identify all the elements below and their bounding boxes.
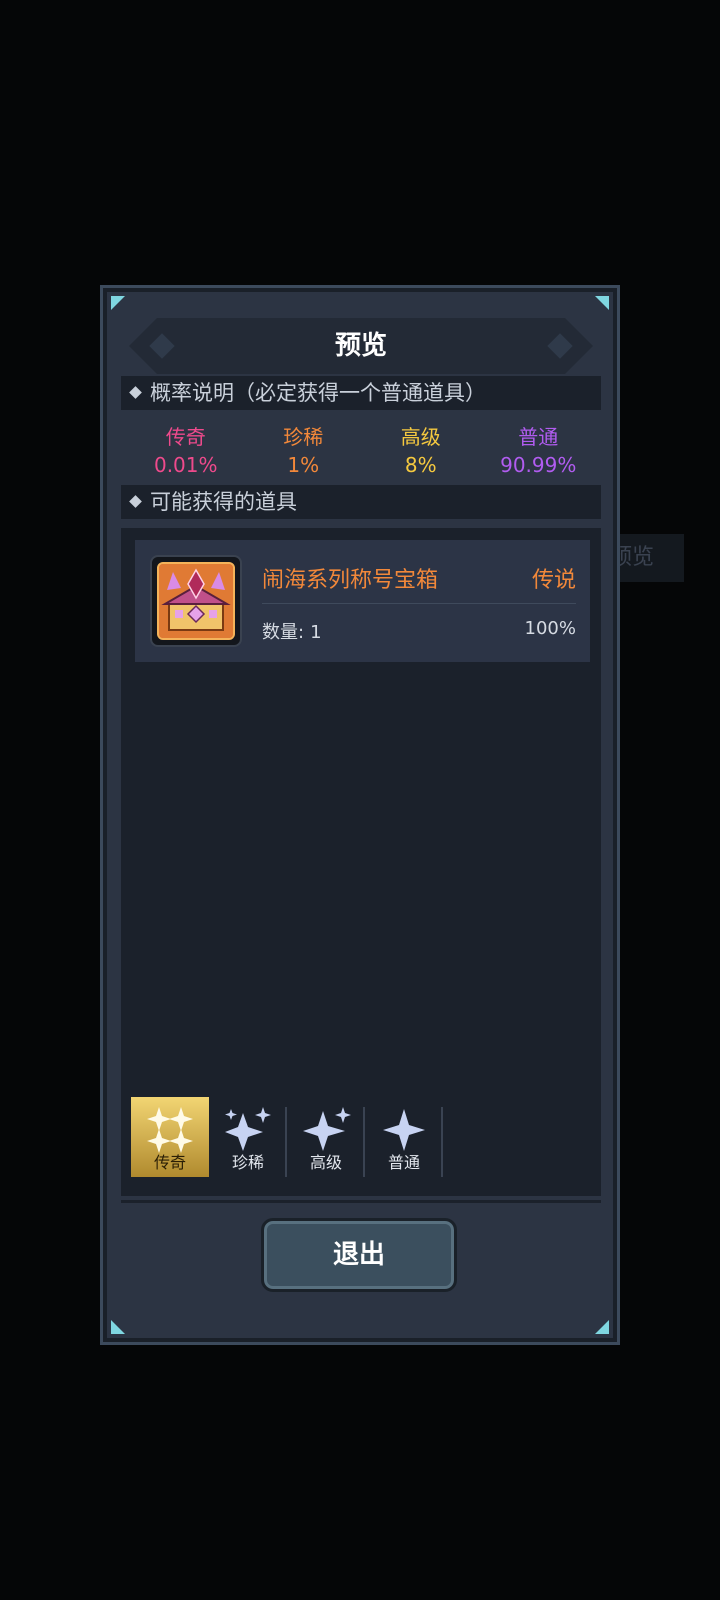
rate-name: 普通 [518, 425, 559, 449]
divider [262, 603, 576, 604]
quantity-value: 1 [310, 622, 322, 643]
item-rarity: 传说 [531, 568, 576, 593]
exit-button-label: 退出 [332, 1240, 385, 1270]
corner-ornament [111, 296, 125, 310]
quantity-label: 数量: [262, 622, 305, 643]
tab-label: 珍稀 [231, 1153, 264, 1172]
tab-label: 普通 [387, 1153, 420, 1172]
rate-value: 1% [287, 453, 320, 477]
item-name: 闹海系列称号宝箱 [262, 568, 439, 593]
divider [441, 1107, 443, 1177]
corner-ornament [111, 1320, 125, 1334]
rate-value: 8% [404, 453, 437, 477]
probability-section-header: 概率说明（必定获得一个普通道具） [121, 376, 601, 410]
tab-label: 传奇 [153, 1153, 186, 1172]
title-bar: 预览 [129, 318, 593, 374]
exit-button[interactable]: 退出 [261, 1218, 457, 1292]
tab-rare[interactable]: 珍稀 [209, 1097, 287, 1177]
rate-common: 普通 90.99% [480, 423, 598, 483]
corner-ornament [595, 1320, 609, 1334]
rate-name: 高级 [400, 425, 441, 449]
preview-dialog: 预览 概率说明（必定获得一个普通道具） 传奇 0.01% 珍稀 1% 高级 8%… [100, 285, 620, 1345]
rate-advanced: 高级 8% [362, 423, 480, 483]
rate-value: 0.01% [153, 453, 218, 477]
treasure-chest-icon[interactable] [150, 555, 242, 647]
rate-value: 90.99% [500, 453, 577, 477]
sparkle-single-icon [383, 1109, 425, 1151]
items-section-header: 可能获得的道具 [121, 485, 601, 519]
tab-common[interactable]: 普通 [365, 1097, 443, 1177]
tab-legendary[interactable]: 传奇 [131, 1097, 209, 1177]
sparkle-triple-icon [225, 1107, 271, 1151]
list-item[interactable]: 闹海系列称号宝箱 传说 数量: 1 100% [135, 540, 590, 662]
diamond-bullet-icon [129, 385, 142, 399]
probability-section-label: 概率说明（必定获得一个普通道具） [150, 381, 486, 405]
diamond-bullet-icon [129, 494, 142, 508]
item-probability: 100% [524, 618, 576, 639]
rate-name: 传奇 [165, 425, 206, 449]
rarity-rates: 传奇 0.01% 珍稀 1% 高级 8% 普通 90.99% [127, 423, 597, 483]
sparkle-double-icon [303, 1107, 351, 1151]
rate-name: 珍稀 [283, 425, 324, 449]
dialog-title: 预览 [334, 331, 387, 361]
rarity-filter-tabs: 传奇 珍稀 高级 普通 [131, 1097, 443, 1179]
items-section-label: 可能获得的道具 [150, 490, 297, 514]
tab-label: 高级 [309, 1153, 342, 1172]
rate-rare: 珍稀 1% [245, 423, 363, 483]
item-quantity: 数量: 1 [262, 618, 322, 644]
corner-ornament [595, 296, 609, 310]
tab-advanced[interactable]: 高级 [287, 1097, 365, 1177]
rate-legendary: 传奇 0.01% [127, 423, 245, 483]
divider [121, 1200, 601, 1203]
items-list[interactable]: 闹海系列称号宝箱 传说 数量: 1 100% 传奇 珍稀 高级 普通 [121, 528, 601, 1196]
sparkle-quad-icon [147, 1107, 193, 1153]
